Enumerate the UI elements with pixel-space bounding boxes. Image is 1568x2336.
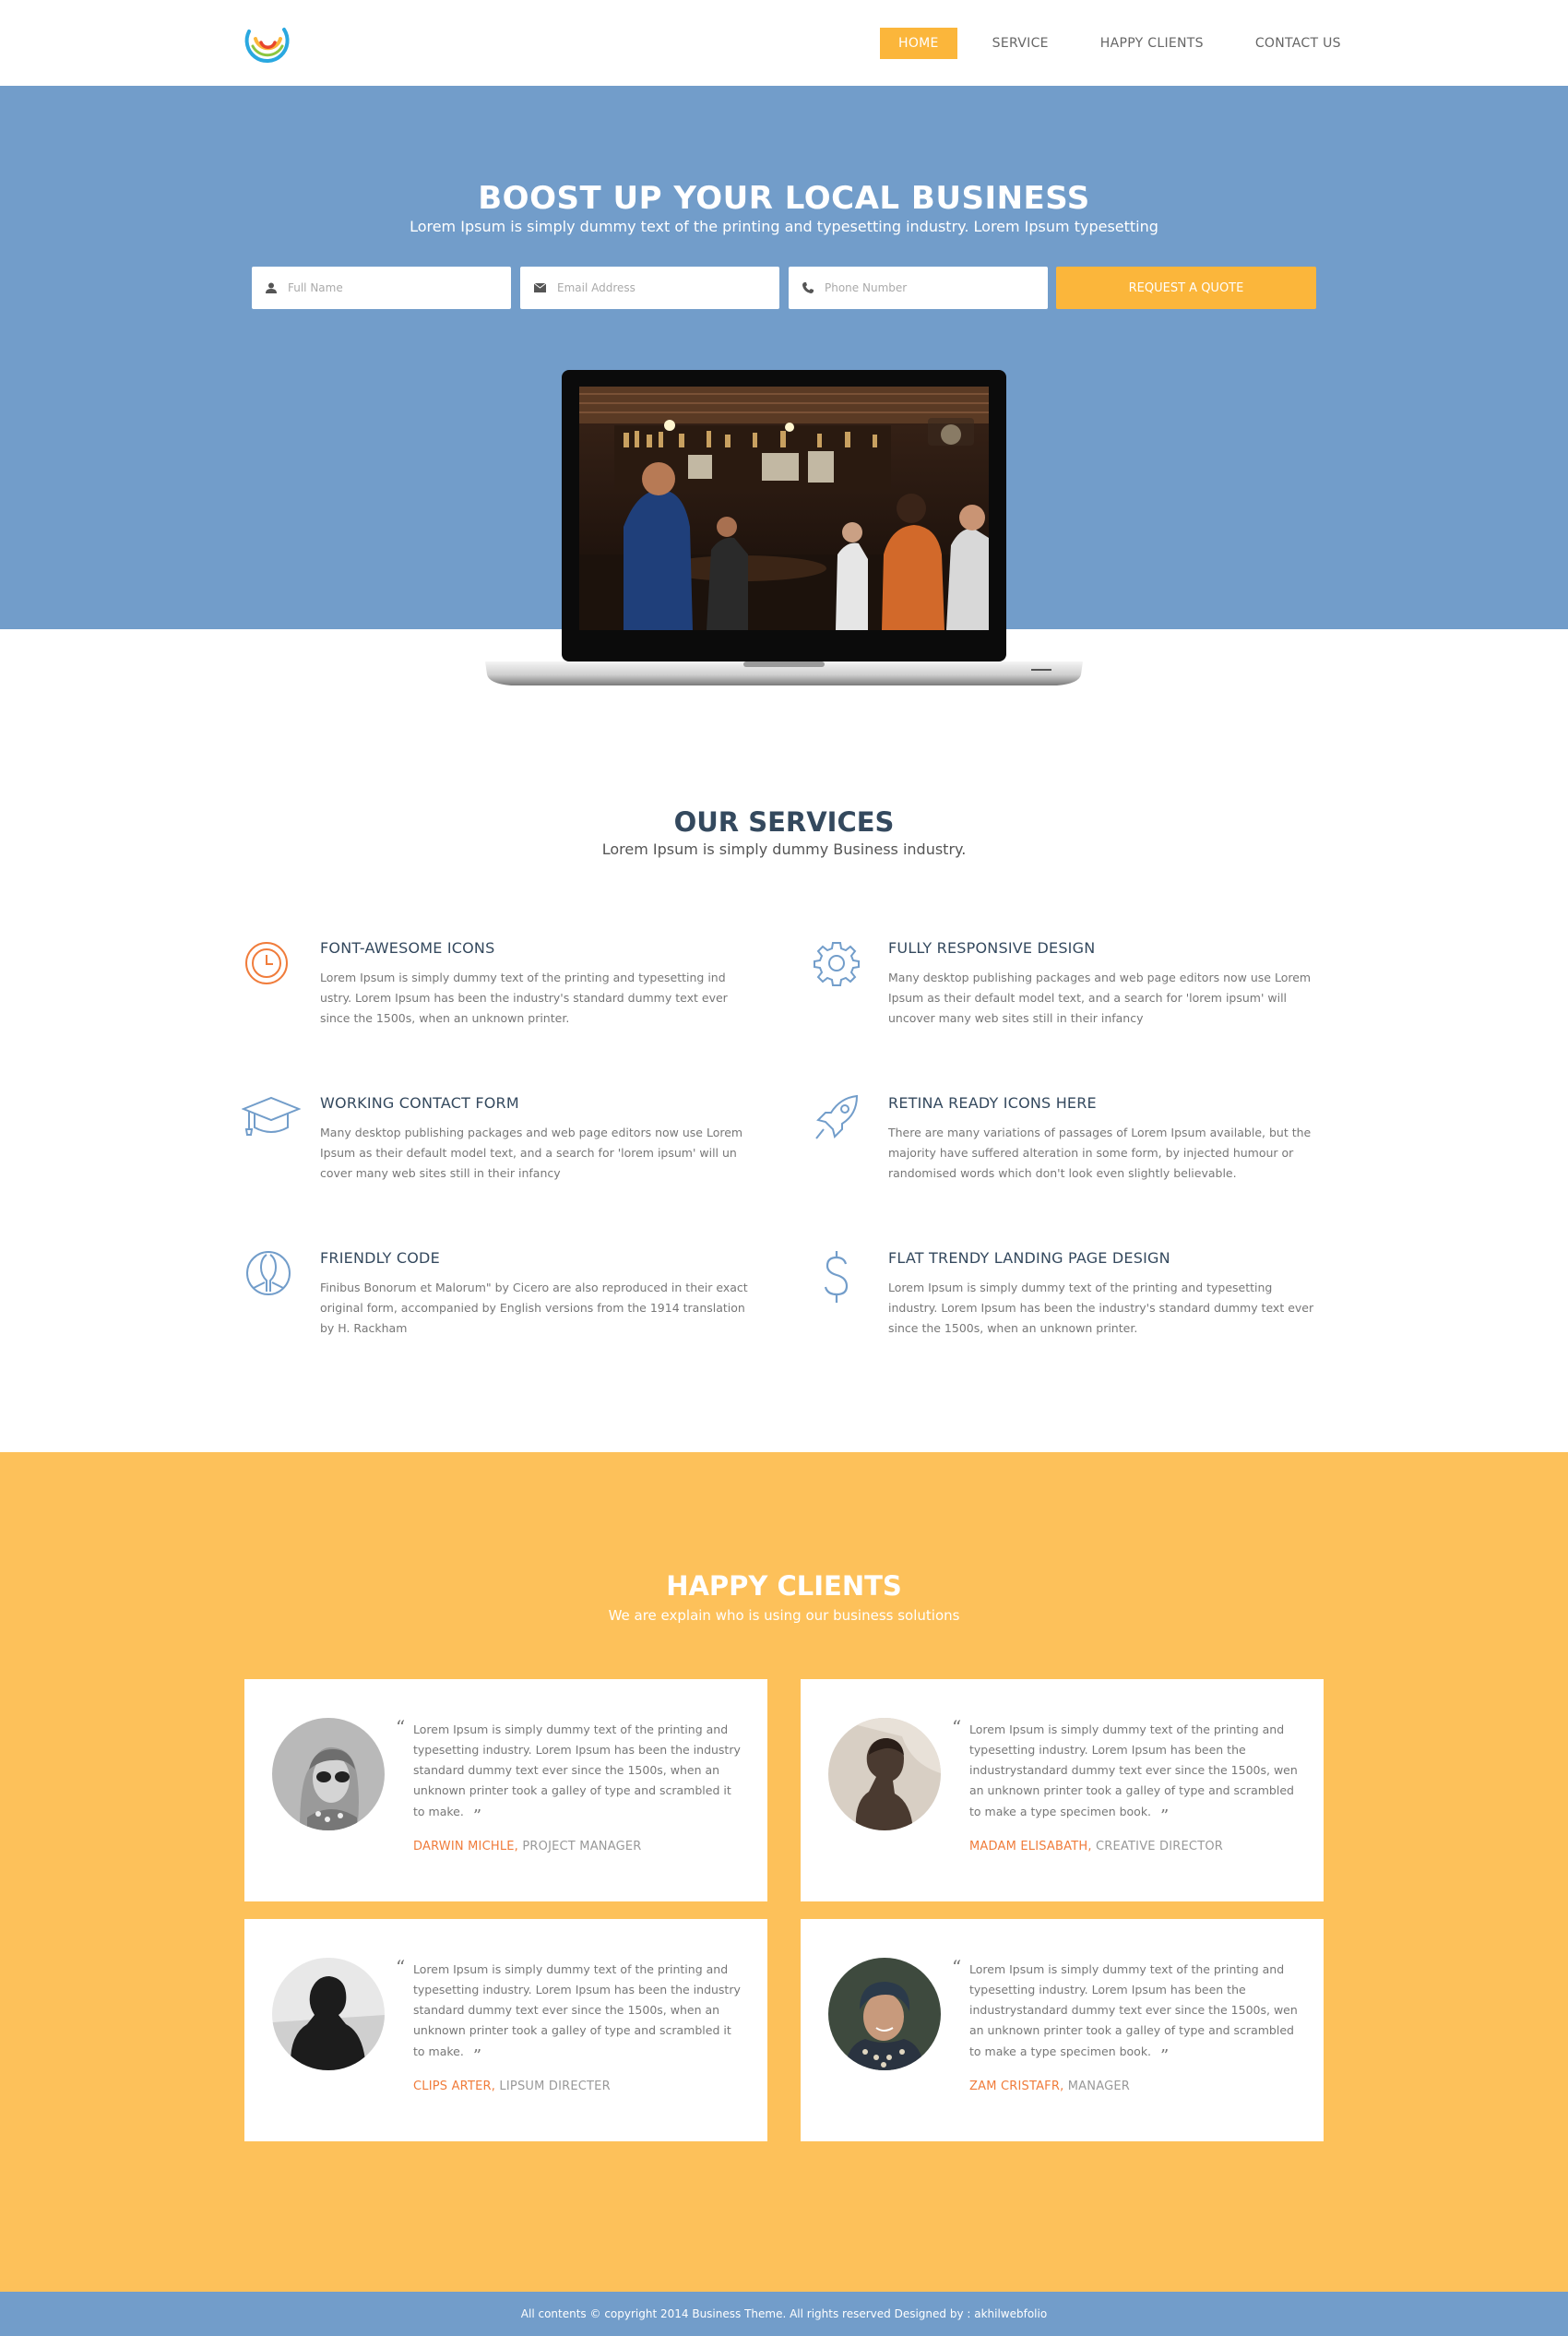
service-title: FULLY RESPONSIVE DESIGN bbox=[888, 939, 1096, 957]
rocket-icon bbox=[815, 1094, 859, 1139]
service-item: RETINA READY ICONS HERE There are many v… bbox=[815, 1094, 1322, 1184]
testimonial-author: MADAM ELISABATH, CREATIVE DIRECTOR bbox=[969, 1840, 1223, 1853]
service-item: FULLY RESPONSIVE DESIGN Many desktop pub… bbox=[814, 939, 1322, 1029]
nav-service[interactable]: SERVICE bbox=[974, 28, 1067, 59]
nav-home[interactable]: HOME bbox=[880, 28, 957, 59]
testimonial-author: CLIPS ARTER, LIPSUM DIRECTER bbox=[413, 2080, 611, 2093]
laptop-image bbox=[485, 370, 1083, 685]
avatar bbox=[828, 1958, 941, 2070]
service-title: WORKING CONTACT FORM bbox=[320, 1094, 519, 1112]
author-name: ZAM CRISTAFR, bbox=[969, 2080, 1064, 2093]
clients-title: HAPPY CLIENTS bbox=[666, 1570, 902, 1602]
services-subtitle: Lorem Ipsum is simply dummy Business ind… bbox=[601, 840, 967, 858]
request-quote-button[interactable]: REQUEST A QUOTE bbox=[1056, 267, 1316, 309]
service-text: Lorem Ipsum is simply dummy text of the … bbox=[320, 971, 728, 1025]
service-text: There are many variations of passages of… bbox=[888, 1126, 1312, 1180]
service-text: Many desktop publishing packages and web… bbox=[888, 971, 1312, 1025]
testimonial-text: Lorem Ipsum is simply dummy text of the … bbox=[969, 1960, 1301, 2066]
service-item: FLAT TRENDY LANDING PAGE DESIGN Lorem Ip… bbox=[824, 1249, 1322, 1339]
service-title: FRIENDLY CODE bbox=[320, 1249, 440, 1267]
author-name: CLIPS ARTER, bbox=[413, 2080, 496, 2093]
quote-open-icon: “ bbox=[396, 1956, 406, 1978]
quote-open-icon: “ bbox=[952, 1956, 962, 1978]
graduation-cap-icon bbox=[242, 1096, 301, 1136]
site-footer: All contents © copyright 2014 Business T… bbox=[0, 2292, 1568, 2336]
email-field[interactable] bbox=[520, 267, 779, 309]
user-icon bbox=[266, 282, 277, 293]
avatar bbox=[272, 1718, 385, 1830]
quote-close-icon: ” bbox=[1160, 2046, 1170, 2066]
testimonial-body: Lorem Ipsum is simply dummy text of the … bbox=[413, 1722, 741, 1818]
gear-icon bbox=[814, 942, 860, 986]
main-nav: HOME SERVICE HAPPY CLIENTS CONTACT US bbox=[880, 28, 1374, 59]
author-name: MADAM ELISABATH, bbox=[969, 1840, 1092, 1853]
testimonial-text: Lorem Ipsum is simply dummy text of the … bbox=[413, 1960, 745, 2066]
testimonial-author: ZAM CRISTAFR, MANAGER bbox=[969, 2080, 1130, 2093]
nav-happy-clients[interactable]: HAPPY CLIENTS bbox=[1082, 28, 1222, 59]
testimonial-text: Lorem Ipsum is simply dummy text of the … bbox=[969, 1720, 1301, 1826]
envelope-icon bbox=[534, 283, 546, 292]
testimonial-text: Lorem Ipsum is simply dummy text of the … bbox=[413, 1720, 745, 1826]
phone-field[interactable] bbox=[789, 267, 1048, 309]
phone-input[interactable] bbox=[825, 281, 1009, 294]
author-role: PROJECT MANAGER bbox=[522, 1840, 642, 1853]
author-name: DARWIN MICHLE, bbox=[413, 1840, 519, 1853]
service-item: WORKING CONTACT FORM Many desktop publis… bbox=[242, 1094, 754, 1184]
testimonial-card: “ Lorem Ipsum is simply dummy text of th… bbox=[801, 1919, 1324, 2141]
quote-open-icon: “ bbox=[396, 1716, 406, 1738]
clock-icon bbox=[245, 942, 288, 984]
service-title: RETINA READY ICONS HERE bbox=[888, 1094, 1097, 1112]
service-title: FONT-AWESOME ICONS bbox=[320, 939, 495, 957]
peace-icon bbox=[246, 1251, 291, 1295]
site-header: HOME SERVICE HAPPY CLIENTS CONTACT US bbox=[0, 0, 1568, 86]
full-name-field[interactable] bbox=[252, 267, 511, 309]
nav-contact-us[interactable]: CONTACT US bbox=[1237, 28, 1360, 59]
phone-icon bbox=[802, 282, 814, 293]
testimonial-card: “ Lorem Ipsum is simply dummy text of th… bbox=[244, 1679, 767, 1901]
service-item: FRIENDLY CODE Finibus Bonorum et Malorum… bbox=[246, 1249, 754, 1339]
service-text: Lorem Ipsum is simply dummy text of the … bbox=[888, 1281, 1314, 1335]
testimonial-body: Lorem Ipsum is simply dummy text of the … bbox=[969, 1962, 1298, 2058]
hero-title: BOOST UP YOUR LOCAL BUSINESS bbox=[478, 180, 1090, 217]
quote-close-icon: ” bbox=[472, 2046, 482, 2066]
testimonial-card: “ Lorem Ipsum is simply dummy text of th… bbox=[244, 1919, 767, 2141]
testimonial-card: “ Lorem Ipsum is simply dummy text of th… bbox=[801, 1679, 1324, 1901]
quote-open-icon: “ bbox=[952, 1716, 962, 1738]
testimonial-author: DARWIN MICHLE, PROJECT MANAGER bbox=[413, 1840, 642, 1853]
footer-copyright: All contents © copyright 2014 Business T… bbox=[520, 2307, 1048, 2320]
clients-subtitle: We are explain who is using our business… bbox=[608, 1607, 960, 1624]
service-title: FLAT TRENDY LANDING PAGE DESIGN bbox=[888, 1249, 1170, 1267]
dollar-icon bbox=[824, 1251, 849, 1303]
service-text: Many desktop publishing packages and web… bbox=[320, 1126, 743, 1180]
services-title: OUR SERVICES bbox=[673, 806, 895, 838]
testimonial-body: Lorem Ipsum is simply dummy text of the … bbox=[413, 1962, 741, 2058]
author-role: LIPSUM DIRECTER bbox=[499, 2080, 611, 2093]
quote-close-icon: ” bbox=[472, 1806, 482, 1826]
quote-close-icon: ” bbox=[1160, 1806, 1170, 1826]
full-name-input[interactable] bbox=[288, 281, 472, 294]
avatar bbox=[828, 1718, 941, 1830]
service-text: Finibus Bonorum et Malorum" by Cicero ar… bbox=[320, 1281, 748, 1335]
service-item: FONT-AWESOME ICONS Lorem Ipsum is simply… bbox=[245, 939, 754, 1029]
testimonial-body: Lorem Ipsum is simply dummy text of the … bbox=[969, 1722, 1298, 1818]
clients-section: HAPPY CLIENTS We are explain who is usin… bbox=[0, 1452, 1568, 2292]
logo-icon[interactable] bbox=[242, 18, 293, 66]
avatar bbox=[272, 1958, 385, 2070]
email-input[interactable] bbox=[557, 281, 742, 294]
hero-subtitle: Lorem Ipsum is simply dummy text of the … bbox=[410, 218, 1158, 235]
author-role: MANAGER bbox=[1067, 2080, 1130, 2093]
author-role: CREATIVE DIRECTOR bbox=[1096, 1840, 1224, 1853]
